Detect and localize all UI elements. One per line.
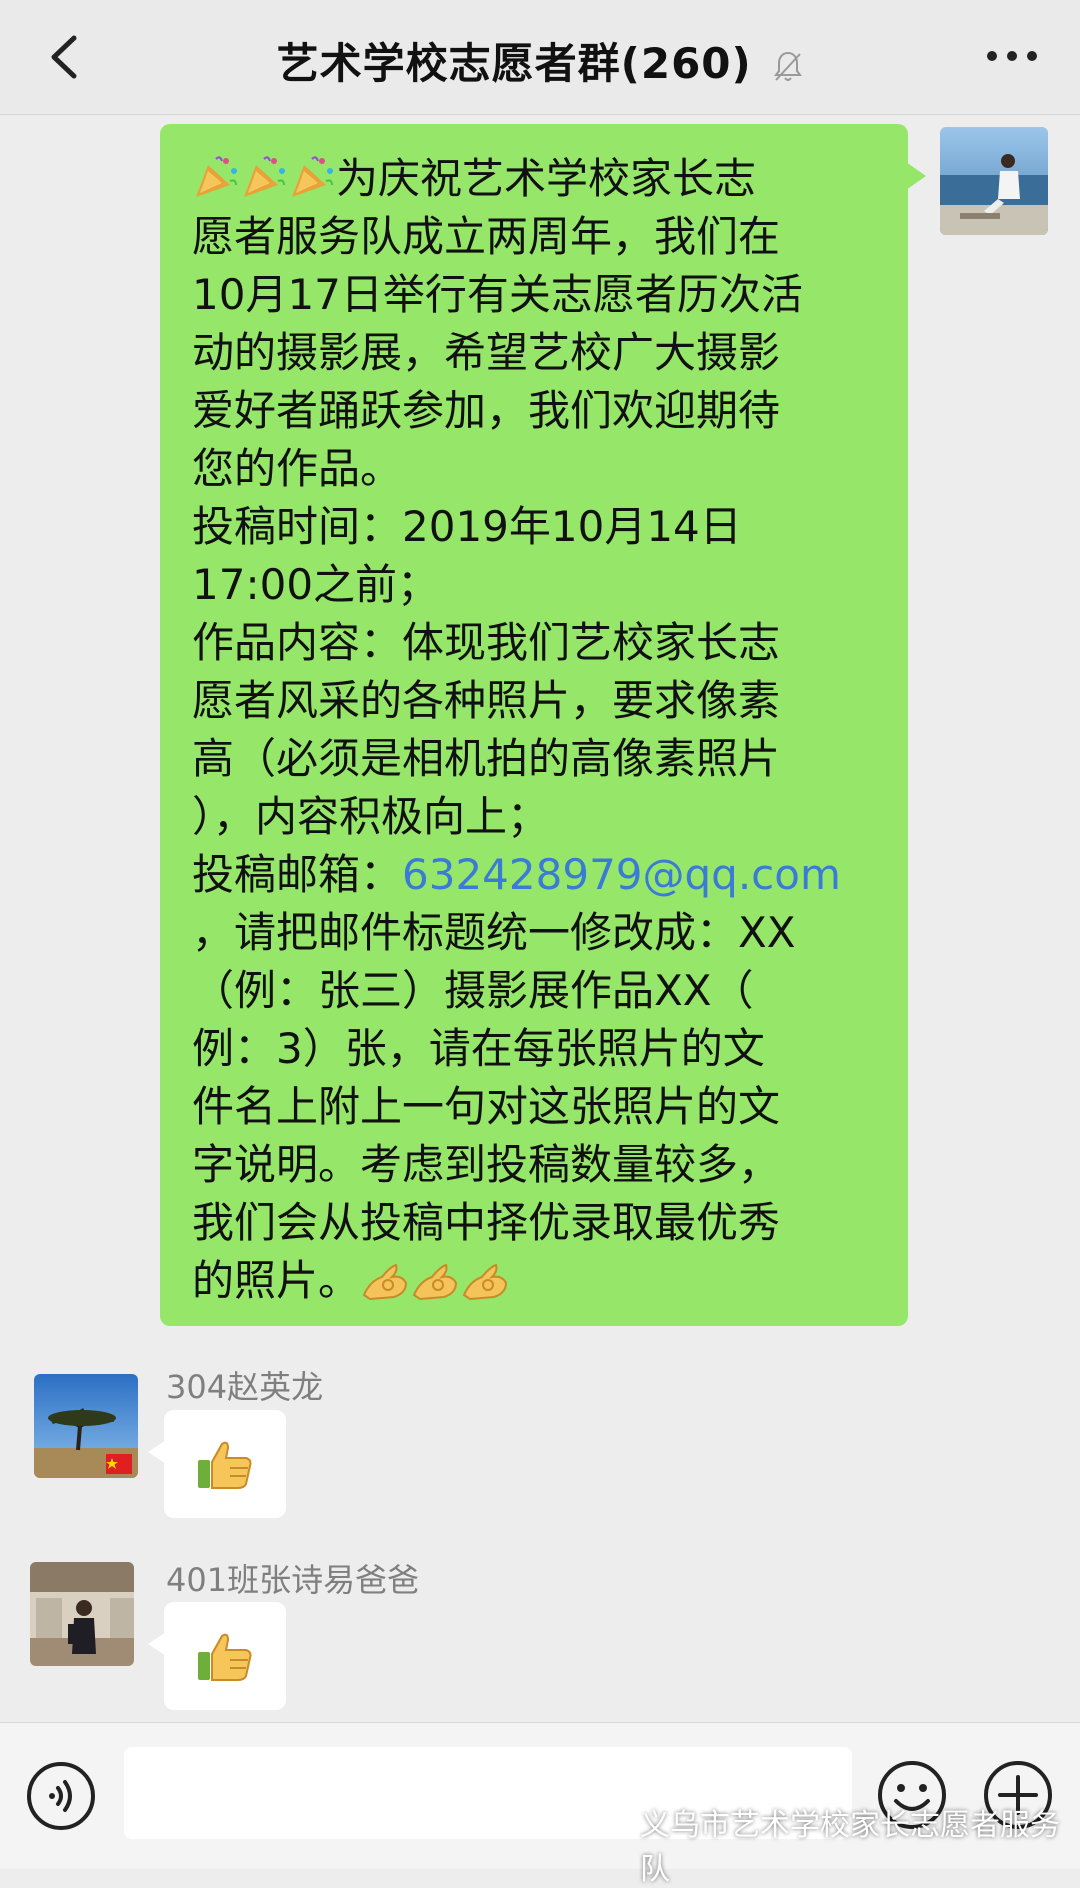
ok-hand-icon bbox=[462, 1263, 508, 1301]
announcement-line-12: ），内容积极向上； bbox=[192, 792, 550, 841]
member-count: (260) bbox=[620, 39, 752, 88]
announcement-line-16: 例：3）张，请在每张照片的文 bbox=[192, 1024, 765, 1073]
ok-hand-icon bbox=[362, 1263, 408, 1301]
announcement-line-10: 愿者风采的各种照片，要求像素 bbox=[192, 676, 781, 725]
chat-title: 艺术学校志愿者群(260) bbox=[0, 30, 1080, 91]
wechat-logo-icon bbox=[601, 1800, 633, 1826]
announcement-line-1: 为庆祝艺术学校家长志 bbox=[192, 150, 882, 208]
announcement-line-3: 10月17日举行有关志愿者历次活 bbox=[192, 270, 803, 319]
announcement-line-2: 愿者服务队成立两周年，我们在 bbox=[192, 212, 781, 261]
sender-name-304: 304赵英龙 bbox=[166, 1368, 324, 1406]
email-link[interactable]: 632428979@qq.com bbox=[402, 850, 841, 899]
ok-hand-icon bbox=[412, 1263, 458, 1301]
bell-off-icon bbox=[774, 51, 803, 81]
thumbs-up-message[interactable] bbox=[148, 1602, 286, 1710]
thumbs-up-message[interactable] bbox=[148, 1410, 286, 1518]
announcement-line-18: 字说明。考虑到投稿数量较多， bbox=[192, 1140, 781, 1189]
watermark-text: 义乌市艺术学校家长志愿者服务队 bbox=[640, 1808, 1060, 1887]
thumbs-up-icon bbox=[198, 1441, 252, 1489]
announcement-line-9: 作品内容：体现我们艺校家长志 bbox=[192, 618, 781, 667]
announcement-line-7: 投稿时间：2019年10月14日 bbox=[192, 502, 742, 551]
more-dots-icon[interactable] bbox=[980, 36, 1044, 76]
party-popper-icon bbox=[292, 156, 333, 197]
announcement-line-20: 的照片。 bbox=[192, 1252, 882, 1310]
announcement-line-11: 高（必须是相机拍的高像素照片 bbox=[192, 734, 781, 783]
chat-header: 艺术学校志愿者群(260) bbox=[0, 0, 1080, 115]
announcement-line-8: 17:00之前； bbox=[192, 560, 440, 609]
group-name: 艺术学校志愿者群 bbox=[276, 39, 621, 88]
email-prefix: 投稿邮箱： bbox=[192, 850, 403, 899]
avatar-304[interactable] bbox=[34, 1374, 138, 1478]
voice-icon[interactable] bbox=[26, 1761, 96, 1831]
sender-name-401: 401班张诗易爸爸 bbox=[166, 1561, 420, 1599]
party-popper-icon bbox=[196, 156, 237, 197]
announcement-line-4: 动的摄影展，希望艺校广大摄影 bbox=[192, 328, 781, 377]
announcement-message[interactable]: 为庆祝艺术学校家长志 愿者服务队成立两周年，我们在 10月17日举行有关志愿者历… bbox=[160, 124, 926, 1326]
announcement-line-19: 我们会从投稿中择优录取最优秀 bbox=[192, 1198, 781, 1247]
party-popper-icon bbox=[244, 156, 285, 197]
announcement-line-14: ，请把邮件标题统一修改成：XX bbox=[192, 908, 796, 957]
announcement-line-5: 爱好者踊跃参加，我们欢迎期待 bbox=[192, 386, 781, 435]
self-avatar[interactable] bbox=[940, 127, 1048, 235]
thumbs-up-icon bbox=[198, 1633, 252, 1681]
announcement-line-17: 件名上附上一句对这张照片的文 bbox=[192, 1082, 781, 1131]
avatar-401[interactable] bbox=[30, 1562, 134, 1666]
announcement-email-line: 投稿邮箱：632428979@qq.com bbox=[192, 846, 882, 904]
announcement-line-6: 您的作品。 bbox=[192, 444, 403, 493]
announcement-line-15: （例：张三）摄影展作品XX（ bbox=[192, 966, 754, 1015]
